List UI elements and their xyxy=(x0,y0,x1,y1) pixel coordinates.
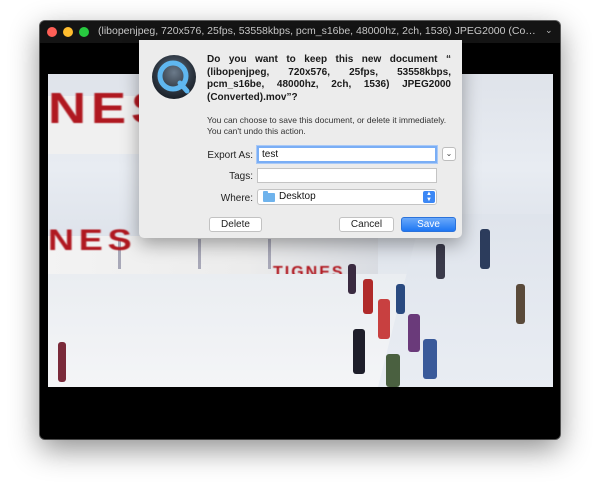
letterbox-bar xyxy=(40,387,560,439)
where-label: Where: xyxy=(220,193,253,204)
spectator xyxy=(480,229,490,269)
where-location-select[interactable]: Desktop ▲ ▼ xyxy=(257,189,437,205)
spectator xyxy=(386,354,400,387)
spectator xyxy=(408,314,420,352)
fence-pole xyxy=(198,239,201,269)
spectator xyxy=(363,279,373,314)
save-document-dialog: Do you want to keep this new document “ … xyxy=(139,40,462,238)
spectator-crowd xyxy=(338,259,448,387)
dialog-message: You can choose to save this document, or… xyxy=(207,115,447,136)
where-selected-value: Desktop xyxy=(279,191,316,202)
dialog-title: Do you want to keep this new document “ … xyxy=(207,54,451,103)
spectator xyxy=(396,284,405,314)
export-as-input[interactable] xyxy=(257,146,437,163)
spectator xyxy=(516,284,525,324)
banner-text-medium: NES xyxy=(48,224,137,257)
folder-icon xyxy=(263,191,275,202)
spectator xyxy=(423,339,437,379)
fence-pole xyxy=(268,239,271,269)
chevron-down-icon[interactable]: ⌄ xyxy=(545,25,555,37)
save-button[interactable]: Save xyxy=(401,217,456,232)
export-as-label: Export As: xyxy=(207,150,253,161)
spectator xyxy=(58,342,66,382)
spectator xyxy=(353,329,365,374)
quicktime-icon xyxy=(152,55,196,99)
delete-button[interactable]: Delete xyxy=(209,217,262,232)
window-title: (libopenjpeg, 720x576, 25fps, 53558kbps,… xyxy=(98,25,538,37)
maximize-window-button[interactable] xyxy=(79,27,89,37)
cancel-button[interactable]: Cancel xyxy=(339,217,394,232)
select-arrows-icon: ▲ ▼ xyxy=(423,191,435,203)
spectator xyxy=(436,244,445,279)
spectator xyxy=(348,264,356,294)
tags-label: Tags: xyxy=(229,171,253,182)
tags-input[interactable] xyxy=(257,168,437,183)
minimize-window-button[interactable] xyxy=(63,27,73,37)
expand-dialog-button[interactable]: ⌄ xyxy=(442,147,456,161)
close-window-button[interactable] xyxy=(47,27,57,37)
spectator xyxy=(378,299,390,339)
